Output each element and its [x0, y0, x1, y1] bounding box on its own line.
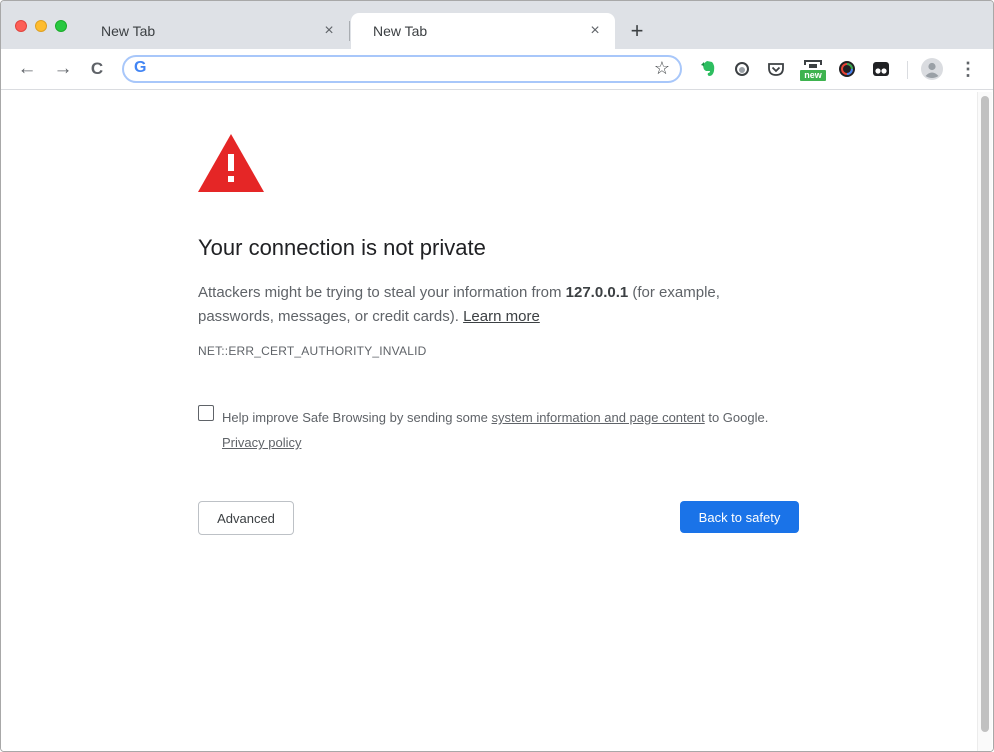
- forward-arrow-icon[interactable]: →: [51, 57, 75, 81]
- safe-browsing-label: Help improve Safe Browsing by sending so…: [222, 410, 492, 425]
- scrollbar[interactable]: [977, 92, 992, 751]
- scrollbar-thumb[interactable]: [981, 96, 989, 732]
- google-icon: G: [134, 59, 147, 76]
- tab-label: New Tab: [101, 23, 156, 39]
- toolbar: ← → C G ☆ new ⋮: [1, 49, 993, 90]
- circle-extension-icon[interactable]: [732, 59, 752, 79]
- tab-close-icon[interactable]: ×: [583, 19, 607, 43]
- tampermonkey-extension-icon[interactable]: [871, 59, 891, 79]
- tab-close-icon[interactable]: ×: [317, 19, 341, 43]
- new-tab-button[interactable]: +: [623, 17, 651, 45]
- advanced-button[interactable]: Advanced: [198, 501, 294, 535]
- privacy-policy-link[interactable]: Privacy policy: [222, 435, 301, 450]
- error-code: NET::ERR_CERT_AUTHORITY_INVALID: [198, 344, 427, 358]
- tab-new-tab-2[interactable]: New Tab ×: [351, 13, 615, 49]
- warning-icon: [198, 134, 264, 192]
- back-arrow-icon[interactable]: ←: [15, 57, 39, 81]
- new-badge: new: [800, 70, 826, 81]
- bookmark-star-icon[interactable]: ☆: [654, 58, 670, 79]
- close-window-button[interactable]: [15, 20, 27, 32]
- explanation-text: Attackers might be trying to steal your …: [198, 284, 566, 301]
- reload-icon[interactable]: C: [85, 57, 109, 81]
- learn-more-link[interactable]: Learn more: [463, 308, 540, 325]
- host-name: 127.0.0.1: [565, 284, 629, 301]
- safe-browsing-label-2: to Google.: [704, 410, 769, 425]
- maximize-window-button[interactable]: [55, 20, 67, 32]
- profile-avatar-icon[interactable]: [921, 58, 943, 80]
- safe-browsing-checkbox[interactable]: [198, 405, 214, 421]
- menu-icon[interactable]: ⋮: [959, 57, 977, 81]
- explanation-paragraph: Attackers might be trying to steal your …: [198, 281, 758, 329]
- address-bar[interactable]: G ☆: [122, 55, 682, 83]
- browser-window: New Tab × New Tab × + ← → C G ☆ new ⋮ Yo…: [0, 0, 994, 752]
- tab-label: New Tab: [373, 23, 428, 39]
- pocket-extension-icon[interactable]: [766, 59, 786, 79]
- tab-new-tab-1[interactable]: New Tab ×: [79, 13, 349, 49]
- tab-strip: New Tab × New Tab × +: [1, 1, 993, 49]
- system-information-link[interactable]: system information and page content: [492, 410, 705, 425]
- address-input[interactable]: [158, 59, 642, 81]
- evernote-extension-icon[interactable]: [698, 59, 718, 79]
- screenshot-extension-icon[interactable]: new: [800, 59, 826, 81]
- toolbar-separator: [907, 61, 908, 79]
- tab-separator: [349, 21, 350, 41]
- safe-browsing-text: Help improve Safe Browsing by sending so…: [222, 405, 822, 455]
- back-to-safety-button[interactable]: Back to safety: [680, 501, 799, 533]
- minimize-window-button[interactable]: [35, 20, 47, 32]
- page-title: Your connection is not private: [198, 235, 486, 260]
- color-picker-extension-icon[interactable]: [837, 59, 857, 79]
